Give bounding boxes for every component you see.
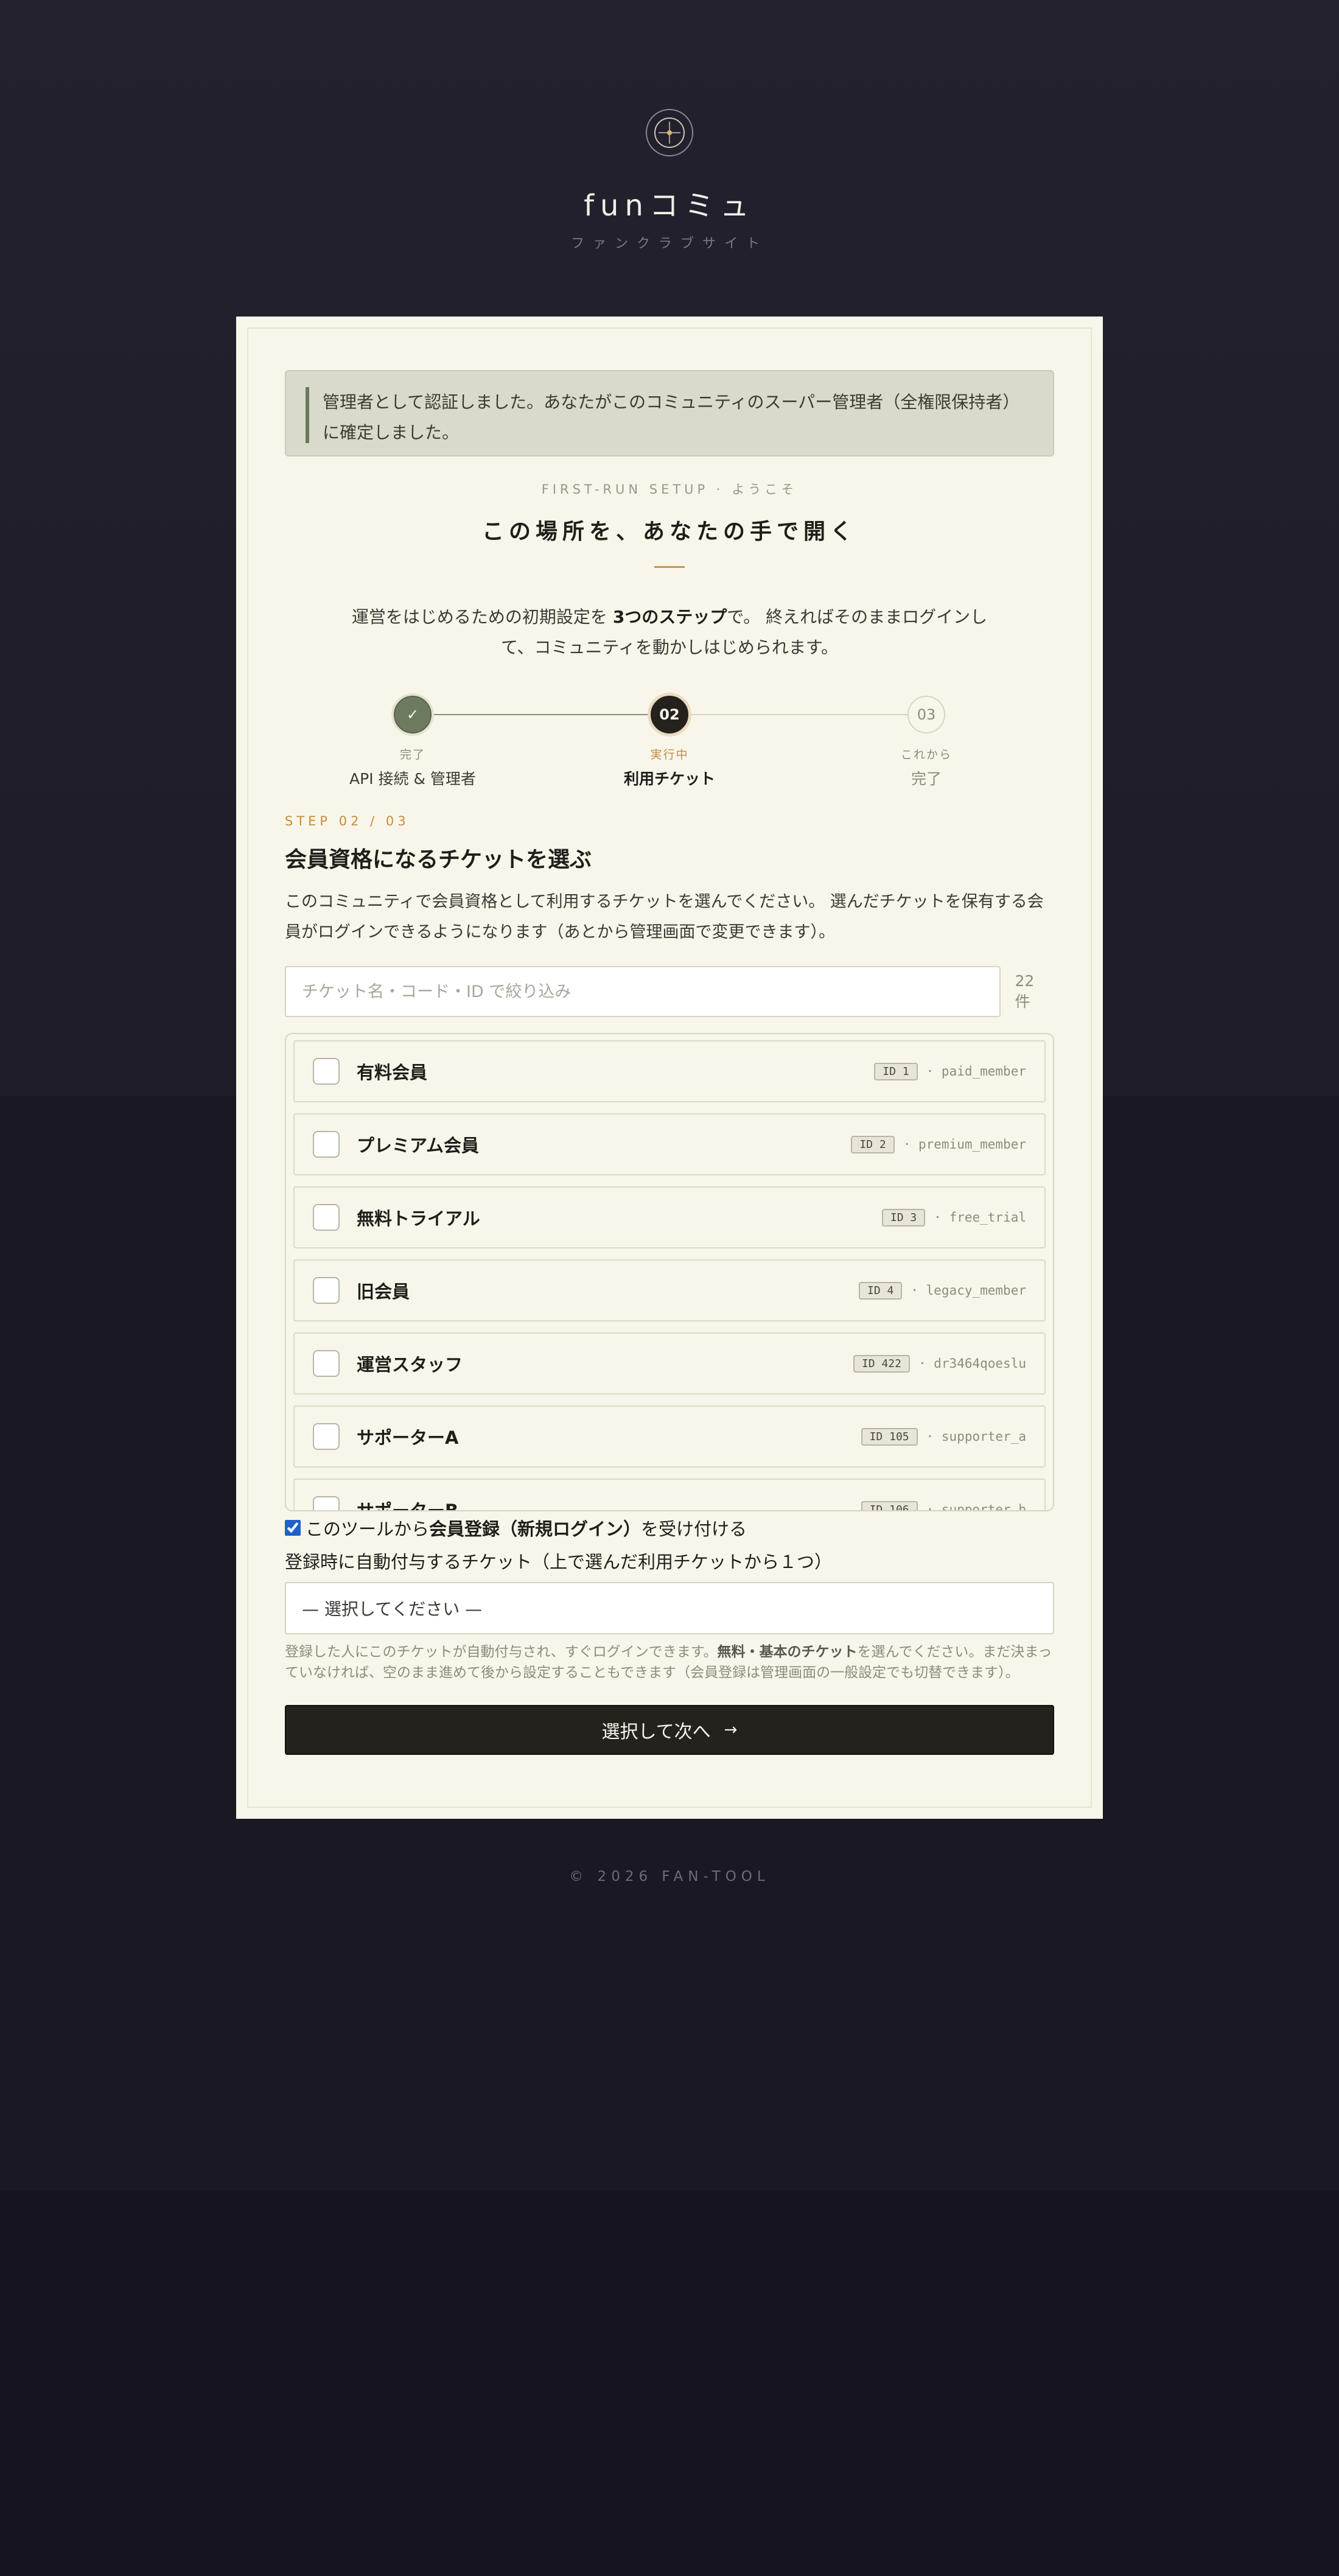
auto-ticket-label: 登録時に自動付与するチケット（上で選んだ利用チケットから１つ） [285,1552,833,1572]
ticket-row[interactable]: サポーターA ID 105 · supporter_a [293,1405,1046,1468]
ticket-code: · dr3464qoeslu [918,1356,1026,1371]
auto-ticket-hint: 登録した人にこのチケットが自動付与され、すぐログインできます。無料・基本のチケッ… [285,1642,1054,1683]
step-kicker: STEP 02 / 03 [285,814,410,828]
ticket-name: 運営スタッフ [357,1354,463,1375]
accept-text-before: このツールから [306,1519,430,1539]
admin-notice: 管理者として認証しました。あなたがこのコミュニティのスーパー管理者（全権限保持者… [285,370,1054,457]
ticket-checkbox[interactable] [313,1423,340,1450]
ticket-id-badge: ID 3 [881,1208,926,1227]
accept-text-bold: 会員登録（新規ログイン） [429,1519,642,1539]
step-label: API 接続 & 管理者 [349,770,476,788]
notice-accent-bar [306,387,309,443]
setup-card: 管理者として認証しました。あなたがこのコミュニティのスーパー管理者（全権限保持者… [236,317,1103,1819]
check-icon: ✓ [394,696,432,733]
notice-text: 管理者として認証しました。あなたがこのコミュニティのスーパー管理者（全権限保持者… [323,392,1020,443]
footer-copyright: © 2026 FAN-TOOL [569,1869,770,1885]
ticket-row[interactable]: 運営スタッフ ID 422 · dr3464qoeslu [293,1332,1046,1395]
ticket-id-badge: ID 422 [853,1354,910,1373]
ticket-code: · supporter_a [926,1429,1026,1444]
step-state: 実行中 [650,748,689,761]
site-title: funコミュ [584,189,755,223]
ticket-row[interactable]: プレミアム会員 ID 2 · premium_member [293,1113,1046,1175]
title-divider [654,566,685,568]
ticket-checkbox[interactable] [313,1277,340,1304]
step-label: 利用チケット [623,770,715,788]
intro-text-before: 運営をはじめるための初期設定を [351,607,613,627]
ticket-row[interactable]: 有料会員 ID 1 · paid_member [293,1040,1046,1102]
ticket-id-badge: ID 106 [861,1500,918,1510]
ticket-name: 有料会員 [357,1062,428,1083]
background-band [0,2191,1339,2576]
ticket-name: 無料トライアル [357,1208,480,1229]
card-content: 管理者として認証しました。あなたがこのコミュニティのスーパー管理者（全権限保持者… [285,370,1054,1755]
section-title: 会員資格になるチケットを選ぶ [285,847,592,872]
step-state: 完了 [399,748,425,761]
brand-header: funコミュ ファンクラブサイト [0,108,1339,252]
hint-bold: 無料・基本のチケット [717,1644,858,1660]
ticket-id-badge: ID 4 [858,1281,903,1300]
ticket-checkbox[interactable] [313,1131,340,1158]
step-state: これから [900,748,952,761]
ticket-name: プレミアム会員 [357,1135,479,1156]
ticket-checkbox[interactable] [313,1058,340,1085]
accept-registration-toggle[interactable]: このツールから 会員登録（新規ログイン） を受け付ける [285,1515,1054,1541]
step-1: ✓ 完了 API 接続 & 管理者 [321,690,504,789]
ticket-list[interactable]: 有料会員 ID 1 · paid_member プレミアム会員 ID 2 · p… [285,1033,1054,1511]
accept-registration-checkbox[interactable] [285,1520,301,1536]
arrow-right-icon: → [724,1721,738,1739]
page-title: この場所を、あなたの手で開く [481,519,857,544]
ticket-name: サポーターB [357,1500,459,1511]
result-count: 22 件 [1015,971,1035,1010]
ticket-row[interactable]: 旧会員 ID 4 · legacy_member [293,1259,1046,1321]
ticket-checkbox[interactable] [313,1496,340,1510]
ticket-search-input[interactable] [285,966,1001,1017]
progress-stepper: ✓ 完了 API 接続 & 管理者 02 実行中 利用チケット 03 これから … [285,690,1054,789]
intro-text: 運営をはじめるための初期設定を 3つのステップで。 終えればそのままログインして… [341,602,998,663]
search-row: 22 件 [285,966,1054,1017]
site-subtitle: ファンクラブサイト [570,236,768,251]
ticket-code: · legacy_member [911,1283,1026,1298]
ticket-checkbox[interactable] [313,1350,340,1377]
select-next-button[interactable]: 選択して次へ → [285,1705,1054,1755]
ticket-code: · premium_member [903,1137,1026,1152]
ticket-id-badge: ID 105 [861,1427,918,1446]
ticket-code: · paid_member [926,1064,1026,1079]
ticket-id-badge: ID 1 [874,1062,918,1080]
ticket-name: サポーターA [357,1427,459,1448]
intro-text-bold: 3つのステップ [612,607,727,627]
auto-ticket-select-value: — 選択してください — [302,1599,483,1619]
step-number: 02 [651,696,688,733]
hint-before: 登録した人にこのチケットが自動付与され、すぐログインできます。 [285,1644,718,1660]
step-label: 完了 [911,770,942,788]
step-3: 03 これから 完了 [835,690,1018,789]
ticket-checkbox[interactable] [313,1204,340,1231]
step-2: 02 実行中 利用チケット [578,690,761,789]
ticket-id-badge: ID 2 [851,1135,895,1153]
ticket-code: · supporter_b [926,1502,1026,1511]
accept-text-after: を受け付ける [641,1519,747,1539]
section-description: このコミュニティで会員資格として利用するチケットを選んでください。 選んだチケッ… [285,892,1044,942]
compass-icon [645,108,694,157]
ticket-code: · free_trial [934,1210,1026,1225]
ticket-name: 旧会員 [357,1281,410,1302]
auto-ticket-select[interactable]: — 選択してください — [285,1582,1054,1634]
next-button-label: 選択して次へ [601,1721,711,1743]
step-number: 03 [907,696,945,733]
ticket-row[interactable]: サポーターB ID 106 · supporter_b [293,1479,1046,1511]
ticket-row[interactable]: 無料トライアル ID 3 · free_trial [293,1186,1046,1248]
setup-kicker: FIRST-RUN SETUP · ようこそ [541,482,798,497]
